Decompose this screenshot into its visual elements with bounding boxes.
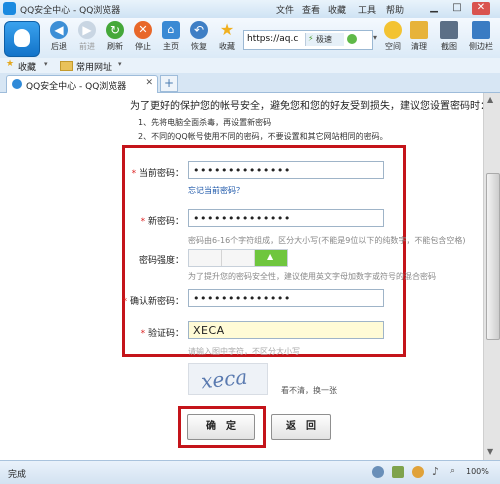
scrollbar-thumb[interactable] bbox=[486, 173, 500, 340]
zoom-level[interactable]: 100% bbox=[466, 467, 489, 476]
scroll-up-icon[interactable]: ▲ bbox=[487, 95, 493, 104]
favorite-button[interactable]: ★ 收藏 bbox=[212, 20, 242, 56]
zoom-icon[interactable]: ⌕ bbox=[450, 466, 455, 476]
strength-indicator-icon: ▲ bbox=[267, 252, 274, 261]
ok-button[interactable]: 确 定 bbox=[187, 414, 255, 440]
confirm-password-label-row: * 确认新密码： bbox=[122, 297, 184, 307]
volume-icon[interactable]: ♪ bbox=[432, 465, 439, 478]
go-arrow-icon[interactable] bbox=[347, 34, 357, 44]
captcha-label-row: * 验证码： bbox=[140, 329, 184, 339]
title-bar: QQ安全中心 - QQ浏览器 文件 查看 收藏 工具 帮助 ▁ □ ✕ bbox=[0, 0, 500, 19]
strength-segment-medium bbox=[222, 250, 255, 266]
broom-icon bbox=[410, 21, 428, 39]
qq-penguin-icon[interactable] bbox=[4, 21, 40, 57]
menu-favorites[interactable]: 收藏 bbox=[328, 3, 346, 16]
clean-button[interactable]: 清理 bbox=[404, 20, 434, 56]
screenshot-icon bbox=[440, 21, 458, 39]
favorites-dropdown-icon[interactable]: ▾ bbox=[44, 60, 48, 68]
address-url[interactable]: https://aq.c bbox=[247, 34, 298, 44]
captcha-hint: 请输入图中字符，不区分大小写 bbox=[188, 347, 300, 356]
browser-logo-icon bbox=[3, 2, 16, 15]
current-password-label-row: * 当前密码： bbox=[131, 169, 184, 179]
lightning-icon: ⚡ bbox=[308, 34, 314, 43]
scroll-down-icon[interactable]: ▼ bbox=[487, 447, 493, 456]
maximize-icon[interactable]: □ bbox=[448, 2, 466, 15]
forward-arrow-icon: ▶ bbox=[78, 21, 96, 39]
minimize-icon[interactable]: ▁ bbox=[425, 2, 443, 15]
new-tab-button[interactable]: + bbox=[160, 75, 178, 92]
strength-segment-weak bbox=[189, 250, 222, 266]
security-icon[interactable] bbox=[392, 466, 404, 478]
common-sites-dropdown-icon[interactable]: ▾ bbox=[118, 60, 122, 68]
intro-text: 为了更好的保护您的帐号安全，避免您和您的好友受到损失，建议您设置密码时： bbox=[130, 101, 483, 112]
menu-view[interactable]: 查看 bbox=[302, 3, 320, 16]
new-password-label-row: * 新密码： bbox=[140, 217, 184, 227]
current-password-label: 当前密码： bbox=[138, 169, 184, 179]
page-content: 为了更好的保护您的帐号安全，避免您和您的好友受到损失，建议您设置密码时： 1、先… bbox=[0, 93, 483, 460]
extension-icon[interactable] bbox=[412, 466, 424, 478]
screenshot-button[interactable]: 截图 bbox=[434, 20, 464, 56]
home-button[interactable]: ⌂ 主页 bbox=[156, 20, 186, 56]
window-title: QQ安全中心 - QQ浏览器 bbox=[20, 6, 121, 16]
captcha-image-text: xeca bbox=[199, 364, 249, 394]
favorites-star-icon: ★ bbox=[6, 59, 15, 69]
note-1: 1、先将电脑全面杀毒，再设置新密码 bbox=[138, 118, 272, 127]
captcha-image[interactable]: xeca bbox=[188, 363, 268, 395]
folder-icon bbox=[60, 61, 73, 71]
status-bar: 完成 ♪ ⌕ 100% bbox=[0, 460, 500, 484]
vertical-scrollbar[interactable]: ▲ ▼ bbox=[483, 93, 500, 460]
undo-icon: ↶ bbox=[190, 21, 208, 39]
favorites-menu[interactable]: 收藏 bbox=[18, 60, 36, 73]
home-icon: ⌂ bbox=[162, 21, 180, 39]
new-password-hint: 密码由6-16个字符组成，区分大小写(不能是9位以下的纯数字，不能包含空格) bbox=[188, 236, 466, 245]
common-sites-menu[interactable]: 常用网址 bbox=[76, 60, 112, 73]
shield-icon bbox=[12, 79, 22, 89]
address-dropdown-icon[interactable]: ▾ bbox=[373, 33, 377, 42]
back-form-button[interactable]: 返 回 bbox=[271, 414, 331, 440]
forward-button[interactable]: ▶ 前进 bbox=[72, 20, 102, 56]
captcha-refresh-link[interactable]: 看不清，换一张 bbox=[281, 385, 337, 396]
confirm-password-label: 确认新密码： bbox=[129, 297, 184, 307]
bookmarks-bar: ★ 收藏 ▾ 常用网址 ▾ bbox=[0, 58, 500, 74]
strength-label: 密码强度： bbox=[138, 256, 184, 266]
back-arrow-icon: ◀ bbox=[50, 21, 68, 39]
status-text: 完成 bbox=[8, 470, 27, 480]
back-button[interactable]: ◀ 后退 bbox=[44, 20, 74, 56]
address-bar[interactable]: https://aq.c ⚡ 极速 bbox=[243, 30, 373, 50]
star-icon: ★ bbox=[219, 20, 235, 39]
sidebar-icon bbox=[472, 21, 490, 39]
menu-file[interactable]: 文件 bbox=[276, 3, 294, 16]
strength-hint: 为了提升您的密码安全性，建议使用英文字母加数字或符号的混合密码 bbox=[188, 272, 436, 281]
speed-mode-toggle[interactable]: ⚡ 极速 bbox=[305, 33, 344, 46]
note-2: 2、不同的QQ帐号使用不同的密码，不要设置和其它网站相同的密码。 bbox=[138, 132, 388, 141]
close-window-icon[interactable]: ✕ bbox=[472, 2, 490, 15]
stop-button[interactable]: ✕ 停止 bbox=[128, 20, 158, 56]
refresh-icon: ↻ bbox=[106, 21, 124, 39]
tab-bar: QQ安全中心 - QQ浏览器 ✕ + bbox=[0, 73, 500, 93]
speed-mode-label: 极速 bbox=[316, 35, 332, 44]
new-password-field[interactable]: •••••••••••••• bbox=[188, 209, 384, 227]
new-password-label: 新密码： bbox=[147, 217, 184, 227]
captcha-label: 验证码： bbox=[147, 329, 184, 339]
restore-button[interactable]: ↶ 恢复 bbox=[184, 20, 214, 56]
close-tab-icon[interactable]: ✕ bbox=[145, 78, 153, 88]
confirm-password-field[interactable]: •••••••••••••• bbox=[188, 289, 384, 307]
current-password-field[interactable]: •••••••••••••• bbox=[188, 161, 384, 179]
menu-tools[interactable]: 工具 bbox=[358, 3, 376, 16]
download-icon[interactable] bbox=[372, 466, 384, 478]
space-icon bbox=[384, 21, 402, 39]
sidebar-button[interactable]: 侧边栏 bbox=[466, 20, 496, 56]
refresh-button[interactable]: ↻ 刷新 bbox=[100, 20, 130, 56]
tab-label: QQ安全中心 - QQ浏览器 bbox=[26, 82, 127, 92]
forgot-password-link[interactable]: 忘记当前密码？ bbox=[188, 185, 244, 196]
password-strength-meter: ▲ bbox=[188, 249, 288, 267]
stop-icon: ✕ bbox=[134, 21, 152, 39]
strength-segment-strong: ▲ bbox=[255, 250, 287, 266]
tab-qq-security[interactable]: QQ安全中心 - QQ浏览器 ✕ bbox=[6, 75, 158, 93]
captcha-field[interactable]: XECA bbox=[188, 321, 384, 339]
toolbar: ◀ 后退 ▶ 前进 ↻ 刷新 ✕ 停止 ⌂ 主页 ↶ 恢复 ★ 收藏 https… bbox=[0, 18, 500, 59]
menu-help[interactable]: 帮助 bbox=[386, 3, 404, 16]
